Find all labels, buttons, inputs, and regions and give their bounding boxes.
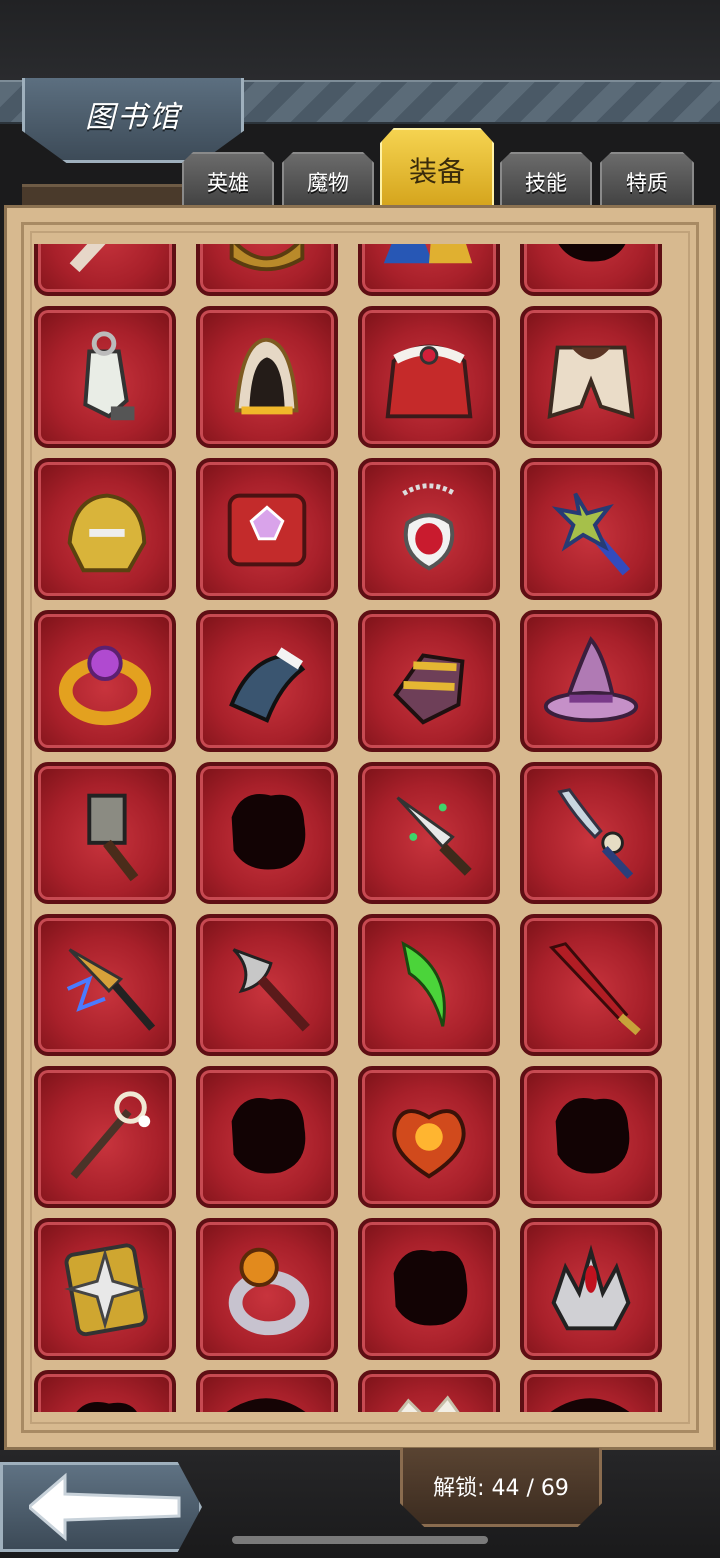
mantle-icon bbox=[547, 345, 635, 420]
equipment-slot[interactable] bbox=[196, 914, 338, 1056]
equipment-slot[interactable] bbox=[520, 306, 662, 448]
gem-ring-icon bbox=[58, 645, 152, 726]
equipment-slot[interactable] bbox=[196, 458, 338, 600]
back-arrow-icon bbox=[29, 1472, 181, 1542]
unlock-count-text: 解锁: 44 / 69 bbox=[433, 1476, 569, 1501]
equipment-slot[interactable] bbox=[358, 1066, 500, 1208]
equipment-slot[interactable] bbox=[34, 1370, 176, 1412]
equipment-slot[interactable] bbox=[520, 1370, 662, 1412]
golden-hood-icon bbox=[234, 337, 299, 415]
locked-silhouette-icon bbox=[231, 794, 306, 870]
tab-equipment[interactable]: 装备 bbox=[380, 128, 494, 212]
locked-silhouette-icon bbox=[231, 1098, 306, 1174]
unlock-counter: 解锁: 44 / 69 bbox=[400, 1448, 602, 1527]
locked-silhouette-icon bbox=[76, 1402, 137, 1412]
equipment-slot[interactable] bbox=[358, 610, 500, 752]
equipment-slot[interactable] bbox=[34, 914, 176, 1056]
war-hammer-icon bbox=[87, 793, 139, 882]
equipment-slot[interactable] bbox=[520, 914, 662, 1056]
equipment-slot[interactable] bbox=[358, 914, 500, 1056]
partial-blade-icon bbox=[69, 244, 106, 273]
witch-hat-icon bbox=[543, 636, 639, 723]
equipment-slot[interactable] bbox=[34, 1066, 176, 1208]
green-scythe-icon bbox=[401, 941, 446, 1027]
equipment-slot[interactable] bbox=[34, 306, 176, 448]
equipment-slot[interactable] bbox=[520, 762, 662, 904]
partial-item-icon bbox=[226, 1398, 306, 1412]
locked-silhouette-icon bbox=[555, 1098, 630, 1174]
golden-helmet-icon bbox=[67, 493, 147, 573]
equipment-grid-viewport[interactable] bbox=[34, 244, 680, 1412]
bone-blade-icon bbox=[557, 788, 634, 879]
bell-scepter-icon bbox=[70, 1091, 151, 1179]
equipment-grid bbox=[34, 244, 662, 1412]
equipment-slot[interactable] bbox=[34, 610, 176, 752]
tab-skills[interactable]: 技能 bbox=[500, 152, 592, 212]
equipment-slot[interactable] bbox=[34, 244, 176, 296]
home-indicator[interactable] bbox=[232, 1536, 488, 1544]
battle-axe-icon bbox=[232, 948, 310, 1032]
equipment-slot[interactable] bbox=[196, 1218, 338, 1360]
equipment-slot[interactable] bbox=[358, 762, 500, 904]
top-bar bbox=[0, 0, 720, 80]
heart-relic-icon bbox=[392, 1109, 466, 1179]
equipment-slot[interactable] bbox=[358, 1370, 500, 1412]
equipment-slot[interactable] bbox=[358, 306, 500, 448]
equipment-slot[interactable] bbox=[520, 244, 662, 296]
tab-monsters[interactable]: 魔物 bbox=[282, 152, 374, 212]
tab-heroes[interactable]: 英雄 bbox=[182, 152, 274, 212]
partial-crown-icon bbox=[397, 1395, 460, 1412]
equipment-slot[interactable] bbox=[358, 458, 500, 600]
spiked-shield-icon bbox=[64, 1243, 148, 1337]
locked-silhouette-icon bbox=[393, 1250, 468, 1326]
equipment-slot[interactable] bbox=[196, 1066, 338, 1208]
lightning-spear-icon bbox=[66, 948, 156, 1031]
spectral-claw-icon bbox=[229, 647, 306, 723]
equipment-slot[interactable] bbox=[196, 610, 338, 752]
equipment-slot[interactable] bbox=[196, 762, 338, 904]
locked-silhouette-icon bbox=[558, 244, 626, 262]
equipment-slot[interactable] bbox=[196, 244, 338, 296]
jade-dagger-icon bbox=[396, 796, 472, 876]
equipment-slot[interactable] bbox=[358, 1218, 500, 1360]
tab-traits[interactable]: 特质 bbox=[600, 152, 694, 212]
fur-cape-icon bbox=[385, 344, 473, 419]
equipment-slot[interactable] bbox=[34, 458, 176, 600]
page-title: 图书馆 bbox=[85, 100, 181, 135]
title-plate: 图书馆 bbox=[22, 78, 244, 163]
golden-gauntlet-icon bbox=[393, 653, 465, 725]
back-button[interactable] bbox=[0, 1462, 202, 1552]
equipment-slot[interactable] bbox=[520, 1218, 662, 1360]
equipment-slot[interactable] bbox=[34, 762, 176, 904]
red-tome-icon bbox=[227, 493, 307, 567]
equipment-slot[interactable] bbox=[34, 1218, 176, 1360]
equipment-slot[interactable] bbox=[358, 244, 500, 296]
shuriken-staff-icon bbox=[551, 492, 631, 576]
ruby-pendant-icon bbox=[402, 483, 456, 571]
crimson-sword-icon bbox=[548, 942, 641, 1036]
equipment-slot[interactable] bbox=[520, 458, 662, 600]
partial-gauntlet-icon bbox=[229, 244, 305, 272]
horned-crown-icon bbox=[551, 1244, 631, 1331]
equipment-slot[interactable] bbox=[520, 610, 662, 752]
equipment-slot[interactable] bbox=[196, 306, 338, 448]
partial-boots-icon bbox=[383, 244, 473, 264]
whistle-icon bbox=[83, 331, 135, 421]
pumpkin-ring-icon bbox=[228, 1247, 310, 1336]
equipment-slot[interactable] bbox=[196, 1370, 338, 1412]
equipment-slot[interactable] bbox=[520, 1066, 662, 1208]
partial-item-icon bbox=[550, 1398, 630, 1412]
